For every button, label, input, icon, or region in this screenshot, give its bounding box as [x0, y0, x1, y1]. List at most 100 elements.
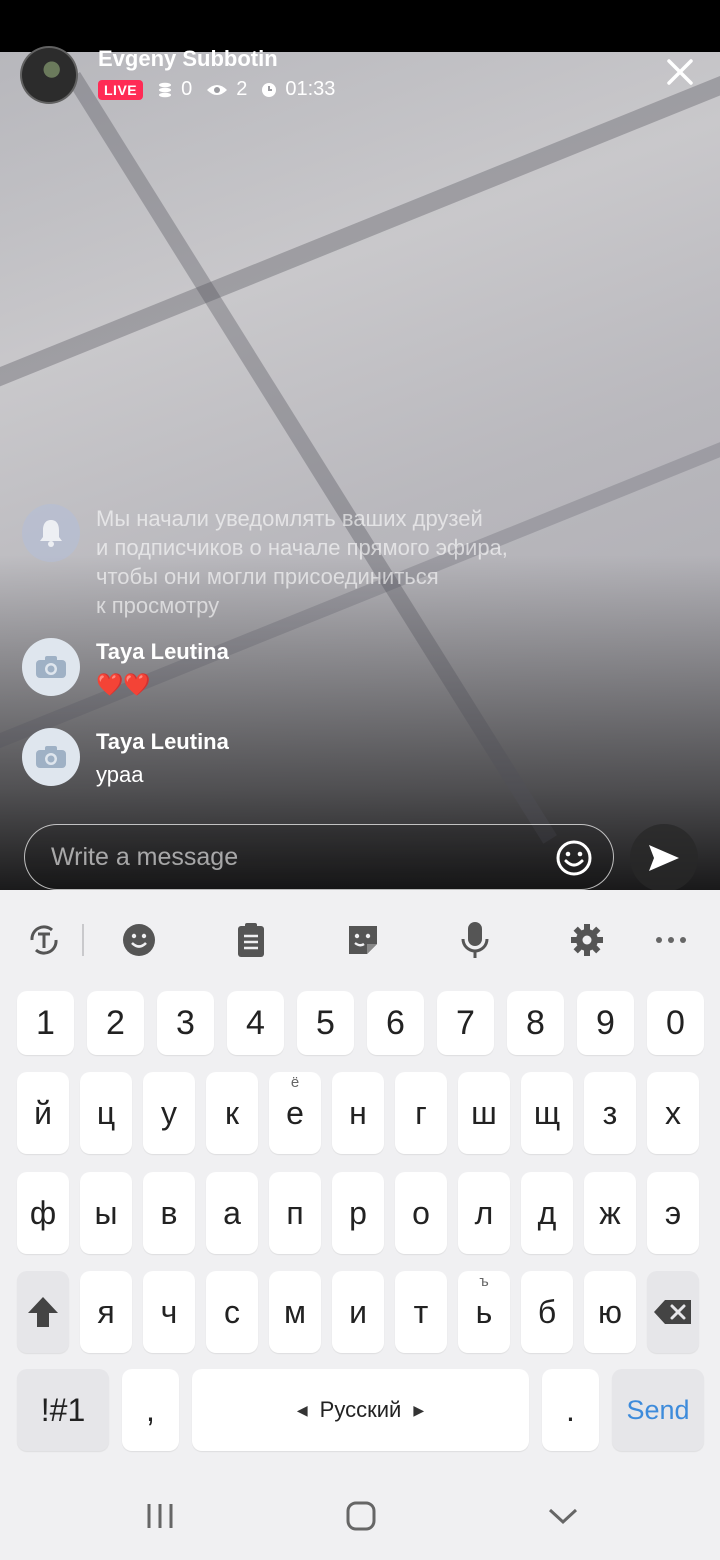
viewers-stat: 2 — [206, 78, 247, 101]
message-placeholder: Write a message — [51, 842, 239, 871]
key-letter[interactable]: с — [206, 1271, 258, 1353]
arrow-right-icon: ▶ — [413, 1401, 425, 1418]
stream-header: Evgeny Subbotin LIVE 0 2 01:33 — [20, 46, 335, 106]
backspace-key[interactable] — [647, 1271, 699, 1353]
key-letter[interactable]: ч — [143, 1271, 195, 1353]
key-letter[interactable]: н — [332, 1072, 384, 1154]
key-3[interactable]: 3 — [157, 991, 214, 1055]
system-nav-bar — [0, 1470, 720, 1560]
back-icon[interactable] — [547, 1500, 579, 1532]
key-letter[interactable]: у — [143, 1072, 195, 1154]
key-8[interactable]: 8 — [507, 991, 564, 1055]
message-input[interactable]: Write a message — [24, 824, 614, 890]
close-stream-button[interactable] — [666, 58, 694, 86]
mic-icon[interactable] — [457, 922, 493, 958]
symbols-key[interactable]: !#1 — [17, 1369, 109, 1451]
comment-author[interactable]: Taya Leutina — [96, 638, 229, 666]
key-letter[interactable]: х — [647, 1072, 699, 1154]
system-notice: Мы начали уведомлять ваших друзей и подп… — [22, 504, 656, 620]
key-letter[interactable]: и — [332, 1271, 384, 1353]
eye-icon — [206, 82, 228, 98]
key-letter[interactable]: я — [80, 1271, 132, 1353]
key-letter[interactable]: о — [395, 1172, 447, 1254]
toolbar-divider — [82, 924, 84, 956]
key-alt-char: ё — [290, 1074, 300, 1091]
notice-text: Мы начали уведомлять ваших друзей и подп… — [96, 506, 508, 618]
close-icon — [667, 59, 693, 85]
bell-icon — [22, 504, 80, 562]
viewers-count: 2 — [236, 78, 248, 100]
key-letter[interactable]: ц — [80, 1072, 132, 1154]
send-message-button[interactable] — [630, 824, 698, 892]
key-letter[interactable]: ю — [584, 1271, 636, 1353]
key-letter[interactable]: э — [647, 1172, 699, 1254]
key-letter-e[interactable]: ё е — [269, 1072, 321, 1154]
key-letter[interactable]: а — [206, 1172, 258, 1254]
key-letter[interactable]: в — [143, 1172, 195, 1254]
live-badge: LIVE — [98, 79, 144, 100]
key-letter[interactable]: б — [521, 1271, 573, 1353]
key-letter[interactable]: к — [206, 1072, 258, 1154]
streamer-avatar[interactable] — [20, 46, 78, 104]
key-letter-soft-sign[interactable]: ъ ь — [458, 1271, 510, 1353]
backspace-icon — [654, 1300, 691, 1324]
key-7[interactable]: 7 — [437, 991, 494, 1055]
keyboard: 1 2 3 4 5 6 7 8 9 0 й ц у к ё е н г ш щ … — [0, 890, 720, 1560]
keyboard-toolbar — [0, 890, 720, 990]
comment-text: ❤️❤️ — [96, 672, 151, 697]
key-letter[interactable]: п — [269, 1172, 321, 1254]
key-1[interactable]: 1 — [17, 991, 74, 1055]
clipboard-icon[interactable] — [233, 922, 269, 958]
more-icon[interactable] — [653, 922, 689, 958]
key-letter[interactable]: т — [395, 1271, 447, 1353]
key-letter[interactable]: ж — [584, 1172, 636, 1254]
key-6[interactable]: 6 — [367, 991, 424, 1055]
coins-icon — [157, 82, 173, 98]
comment-text: ураа — [96, 762, 144, 787]
shift-icon — [28, 1297, 58, 1327]
key-0[interactable]: 0 — [647, 991, 704, 1055]
camera-icon[interactable] — [22, 728, 80, 786]
period-key[interactable]: . — [542, 1369, 599, 1451]
coins-count: 0 — [181, 78, 193, 100]
clock-icon — [261, 82, 277, 98]
send-key[interactable]: Send — [612, 1369, 704, 1451]
comma-key[interactable]: , — [122, 1369, 179, 1451]
key-letter[interactable]: м — [269, 1271, 321, 1353]
settings-icon[interactable] — [569, 922, 605, 958]
space-key[interactable]: ◀ Русский ▶ — [192, 1369, 529, 1451]
stream-duration: 01:33 — [285, 78, 336, 100]
key-letter[interactable]: р — [332, 1172, 384, 1254]
key-2[interactable]: 2 — [87, 991, 144, 1055]
arrow-left-icon: ◀ — [296, 1401, 308, 1418]
key-letter[interactable]: л — [458, 1172, 510, 1254]
key-5[interactable]: 5 — [297, 991, 354, 1055]
key-4[interactable]: 4 — [227, 991, 284, 1055]
comment-item: Taya Leutina ❤️❤️ — [22, 638, 229, 702]
key-letter[interactable]: щ — [521, 1072, 573, 1154]
key-letter[interactable]: г — [395, 1072, 447, 1154]
smiley-icon — [556, 840, 592, 876]
translate-icon[interactable] — [26, 922, 62, 958]
key-letter[interactable]: ф — [17, 1172, 69, 1254]
key-alt-char: ъ — [479, 1273, 489, 1290]
sticker-icon[interactable] — [345, 922, 381, 958]
coins-stat: 0 — [157, 78, 192, 101]
key-letter[interactable]: д — [521, 1172, 573, 1254]
duration-stat: 01:33 — [261, 78, 335, 101]
key-letter[interactable]: ш — [458, 1072, 510, 1154]
camera-icon[interactable] — [22, 638, 80, 696]
shift-key[interactable] — [17, 1271, 69, 1353]
recents-icon[interactable] — [144, 1500, 176, 1532]
key-letter[interactable]: ы — [80, 1172, 132, 1254]
key-letter[interactable]: й — [17, 1072, 69, 1154]
streamer-name[interactable]: Evgeny Subbotin — [98, 46, 335, 72]
language-label: Русский — [319, 1397, 402, 1422]
key-letter[interactable]: з — [584, 1072, 636, 1154]
comment-item: Taya Leutina ураа — [22, 728, 229, 792]
emoji-button[interactable] — [555, 839, 593, 877]
key-9[interactable]: 9 — [577, 991, 634, 1055]
home-icon[interactable] — [345, 1500, 377, 1532]
comment-author[interactable]: Taya Leutina — [96, 728, 229, 756]
emoji-icon[interactable] — [121, 922, 157, 958]
